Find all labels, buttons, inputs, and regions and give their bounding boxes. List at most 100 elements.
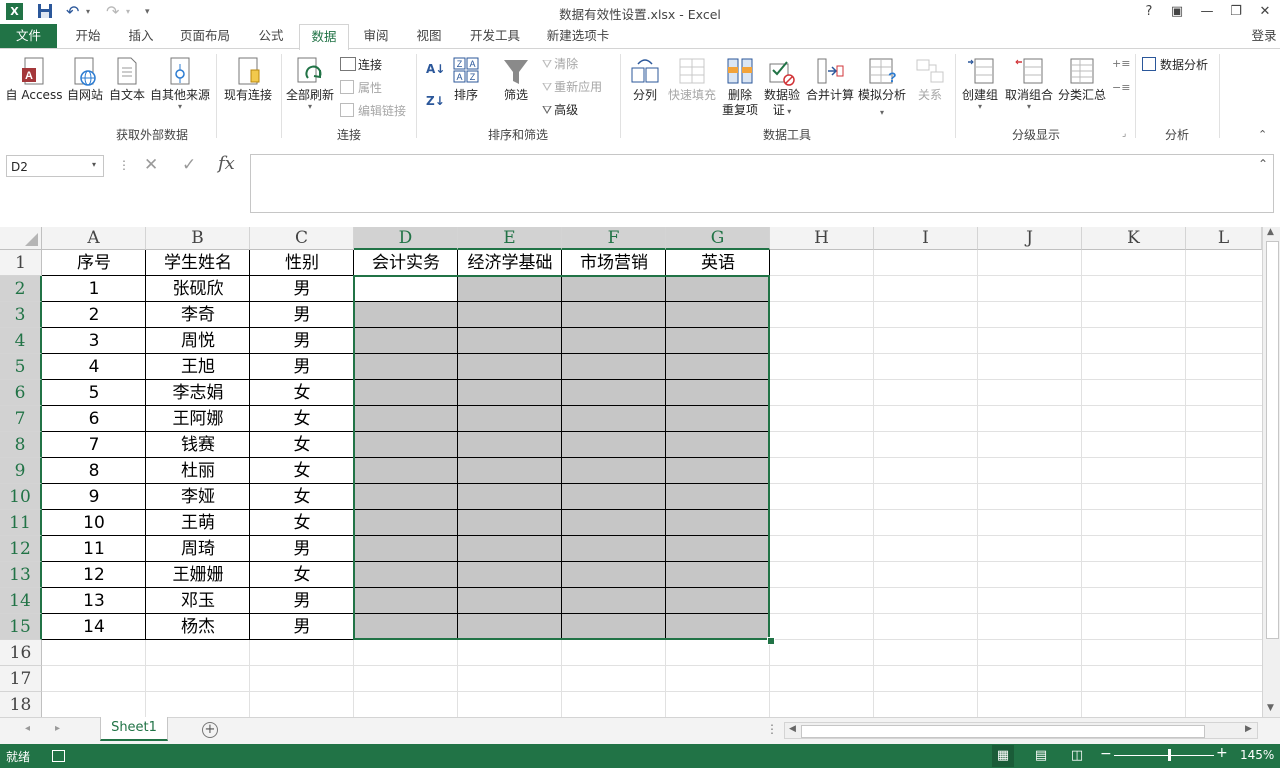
row-header-6[interactable]: 6 [0, 380, 42, 406]
column-header-h[interactable]: H [770, 227, 874, 250]
sort-descending-icon[interactable]: Z↓ [426, 94, 445, 109]
table-cell[interactable]: 2 [42, 302, 146, 328]
zoom-slider-thumb[interactable] [1168, 749, 1171, 761]
sort-button[interactable]: ZAAZ 排序 [448, 56, 484, 103]
zoom-level[interactable]: 145% [1240, 748, 1274, 762]
table-cell[interactable]: 10 [42, 510, 146, 536]
row-header-16[interactable]: 16 [0, 640, 42, 666]
login-link[interactable]: 登录 [1248, 24, 1280, 48]
table-cell[interactable]: 4 [42, 354, 146, 380]
ungroup-button[interactable]: 取消组合 ▾ [1002, 56, 1056, 111]
row-header-8[interactable]: 8 [0, 432, 42, 458]
table-cell[interactable]: 女 [250, 380, 354, 406]
dialog-launcher-icon[interactable]: ⌟ [1122, 129, 1126, 139]
table-cell[interactable]: 5 [42, 380, 146, 406]
row-header-10[interactable]: 10 [0, 484, 42, 510]
table-cell[interactable]: 周琦 [146, 536, 250, 562]
table-cell[interactable]: 11 [42, 536, 146, 562]
table-cell[interactable]: 杨杰 [146, 614, 250, 640]
scroll-left-icon[interactable]: ◀ [789, 724, 796, 734]
what-if-analysis-button[interactable]: ? 模拟分析 ▾ [856, 56, 908, 120]
row-header-14[interactable]: 14 [0, 588, 42, 614]
table-cell[interactable]: 9 [42, 484, 146, 510]
row-header-13[interactable]: 13 [0, 562, 42, 588]
minimize-button[interactable]: — [1193, 2, 1221, 22]
row-header-5[interactable]: 5 [0, 354, 42, 380]
row-header-4[interactable]: 4 [0, 328, 42, 354]
table-cell[interactable]: 杜丽 [146, 458, 250, 484]
column-header-c[interactable]: C [250, 227, 354, 250]
filter-button[interactable]: 筛选 [498, 56, 534, 103]
hide-detail-icon[interactable]: −≡ [1112, 80, 1130, 95]
row-header-17[interactable]: 17 [0, 666, 42, 692]
undo-dropdown-icon[interactable]: ▾ [86, 3, 94, 21]
table-cell[interactable]: 男 [250, 328, 354, 354]
new-sheet-icon[interactable]: + [202, 722, 218, 738]
table-cell[interactable]: 女 [250, 562, 354, 588]
insert-function-icon[interactable]: fx [218, 153, 235, 174]
undo-icon[interactable]: ↶ [66, 3, 84, 21]
table-cell[interactable]: 女 [250, 458, 354, 484]
table-cell[interactable]: 男 [250, 302, 354, 328]
tab-home[interactable]: 开始 [64, 24, 112, 48]
confirm-entry-icon[interactable]: ✓ [182, 155, 196, 175]
row-header-1[interactable]: 1 [0, 250, 42, 276]
column-header-j[interactable]: J [978, 227, 1082, 250]
header-cell[interactable]: 经济学基础 [458, 250, 562, 276]
zoom-slider[interactable] [1114, 749, 1214, 761]
tab-view[interactable]: 视图 [406, 24, 452, 48]
scroll-right-icon[interactable]: ▶ [1245, 724, 1252, 734]
table-cell[interactable]: 女 [250, 432, 354, 458]
header-cell[interactable]: 学生姓名 [146, 250, 250, 276]
scroll-up-icon[interactable]: ▲ [1267, 227, 1274, 237]
header-cell[interactable]: 市场营销 [562, 250, 666, 276]
tab-review[interactable]: 审阅 [353, 24, 399, 48]
zoom-in-button[interactable]: + [1216, 745, 1228, 761]
table-cell[interactable]: 李娅 [146, 484, 250, 510]
flash-fill-button[interactable]: 快速填充 [666, 56, 718, 103]
text-to-columns-button[interactable]: 分列 [626, 56, 664, 103]
table-cell[interactable]: 王萌 [146, 510, 250, 536]
sheet-tab-sheet1[interactable]: Sheet1 [100, 717, 168, 741]
table-cell[interactable]: 7 [42, 432, 146, 458]
from-web-button[interactable]: 自网站 [64, 56, 106, 103]
row-header-9[interactable]: 9 [0, 458, 42, 484]
normal-view-icon[interactable]: ▦ [992, 745, 1014, 767]
collapse-formula-bar-icon[interactable]: ⌃ [1258, 157, 1268, 171]
from-text-button[interactable]: 自文本 [106, 56, 148, 103]
help-button[interactable]: ? [1135, 2, 1163, 22]
select-all-corner[interactable] [0, 227, 42, 250]
vertical-scrollbar[interactable]: ▲ ▼ [1262, 227, 1280, 717]
group-button[interactable]: 创建组 ▾ [958, 56, 1002, 111]
sort-ascending-icon[interactable]: A↓ [426, 62, 445, 77]
fill-handle[interactable] [767, 637, 775, 645]
row-header-15[interactable]: 15 [0, 614, 42, 640]
column-header-g[interactable]: G [666, 227, 770, 250]
table-cell[interactable]: 男 [250, 588, 354, 614]
name-box[interactable]: D2 [6, 155, 104, 177]
properties-button[interactable]: 属性 [340, 80, 382, 96]
close-button[interactable]: ✕ [1251, 2, 1279, 22]
refresh-all-button[interactable]: 全部刷新 ▾ [284, 56, 336, 111]
worksheet-grid[interactable]: 序号 学生姓名 性别 会计实务 经济学基础 市场营销 英语 1 张砚欣男 2 李奇男 3 周悦男 4 王旭男… [0, 227, 1262, 717]
row-header-7[interactable]: 7 [0, 406, 42, 432]
table-cell[interactable]: 男 [250, 614, 354, 640]
row-header-2[interactable]: 2 [0, 276, 42, 302]
column-header-a[interactable]: A [42, 227, 146, 250]
tab-new[interactable]: 新建选项卡 [540, 24, 616, 48]
macro-record-icon[interactable] [52, 750, 65, 762]
table-cell[interactable]: 女 [250, 406, 354, 432]
column-header-l[interactable]: L [1186, 227, 1262, 250]
table-cell[interactable]: 3 [42, 328, 146, 354]
data-validation-button[interactable]: 数据验 证 ▾ [762, 56, 802, 119]
header-cell[interactable]: 会计实务 [354, 250, 458, 276]
header-cell[interactable]: 英语 [666, 250, 770, 276]
table-cell[interactable]: 钱赛 [146, 432, 250, 458]
redo-dropdown-icon[interactable]: ▾ [126, 3, 134, 21]
zoom-out-button[interactable]: − [1100, 746, 1112, 762]
advanced-filter-button[interactable]: ⛛ 高级 [542, 103, 578, 118]
horizontal-scroll-thumb[interactable] [801, 725, 1205, 738]
column-header-i[interactable]: I [874, 227, 978, 250]
cancel-entry-icon[interactable]: ✕ [144, 155, 158, 175]
column-header-f[interactable]: F [562, 227, 666, 250]
